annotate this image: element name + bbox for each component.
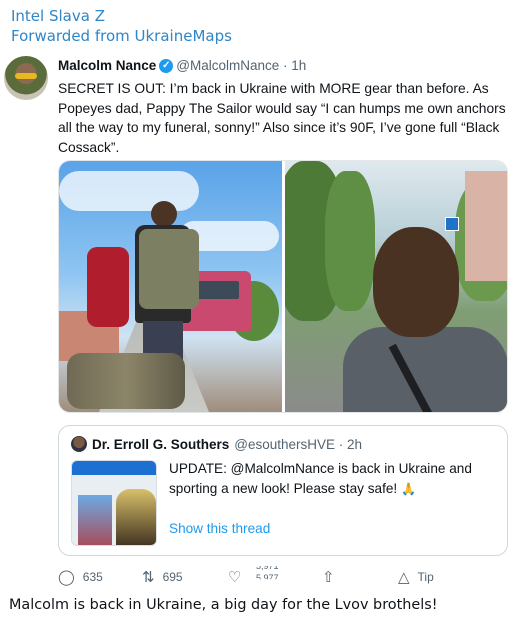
tweet-text: SECRET IS OUT: I’m back in Ukraine with … [58, 81, 506, 155]
channel-name[interactable]: Intel Slava Z [11, 6, 232, 26]
retweet-icon: ⇅ [142, 569, 155, 586]
author-handle-time[interactable]: @MalcolmNance · 1h [176, 58, 306, 73]
photo-with-backpacks[interactable] [59, 161, 282, 412]
reply-icon: ◯ [58, 569, 75, 586]
quoted-thumbnail[interactable] [71, 460, 157, 546]
avatar[interactable] [4, 56, 48, 100]
quoted-tweet[interactable]: Dr. Erroll G. Southers @esouthersHVE · 2… [58, 425, 508, 556]
quoted-tweet-text: UPDATE: @MalcolmNance is back in Ukraine… [169, 459, 504, 499]
tip-button[interactable]: △ Tip [398, 568, 434, 586]
tweet-actions: ◯ 635 ⇅ 695 ♡ 5,971 5,977 ⇧ △ Tip [58, 564, 508, 590]
message-caption: Malcolm is back in Ukraine, a big day fo… [9, 597, 438, 613]
author-name[interactable]: Malcolm Nance [58, 58, 156, 73]
pray-emoji: 🙏 [400, 481, 416, 496]
show-thread-link[interactable]: Show this thread [169, 521, 270, 536]
tip-icon: △ [398, 569, 410, 586]
forwarded-from-label[interactable]: Forwarded from UkraineMaps [11, 26, 232, 46]
share-icon: ⇧ [322, 569, 335, 586]
reply-button[interactable]: ◯ 635 [58, 568, 103, 586]
tweet-header: Malcolm Nance ✓ @MalcolmNance · 1h [58, 58, 306, 73]
tweet-card[interactable]: Malcolm Nance ✓ @MalcolmNance · 1h SECRE… [0, 52, 512, 592]
tweet-media [58, 160, 508, 413]
reply-count: 635 [82, 570, 103, 584]
like-count-top: 5,971 [256, 561, 279, 571]
quoted-avatar [71, 436, 87, 452]
photo-selfie[interactable] [285, 161, 507, 412]
heart-icon: ♡ [228, 569, 242, 586]
verified-badge-icon: ✓ [159, 58, 174, 73]
share-button[interactable]: ⇧ [322, 568, 335, 586]
retweet-count: 695 [162, 570, 183, 584]
forward-header: Intel Slava Z Forwarded from UkraineMaps [11, 6, 232, 46]
retweet-button[interactable]: ⇅ 695 [142, 568, 183, 586]
tip-label: Tip [417, 570, 434, 584]
like-count-bottom: 5,977 [256, 573, 279, 583]
like-button[interactable]: ♡ [228, 568, 241, 586]
quoted-text: UPDATE: @MalcolmNance is back in Ukraine… [169, 461, 472, 496]
quoted-author-name: Dr. Erroll G. Southers [92, 436, 230, 452]
like-count: 5,971 5,977 [256, 564, 279, 584]
quoted-handle-time: @esouthersHVE · 2h [234, 436, 363, 452]
quoted-tweet-header: Dr. Erroll G. Southers @esouthersHVE · 2… [71, 436, 362, 452]
